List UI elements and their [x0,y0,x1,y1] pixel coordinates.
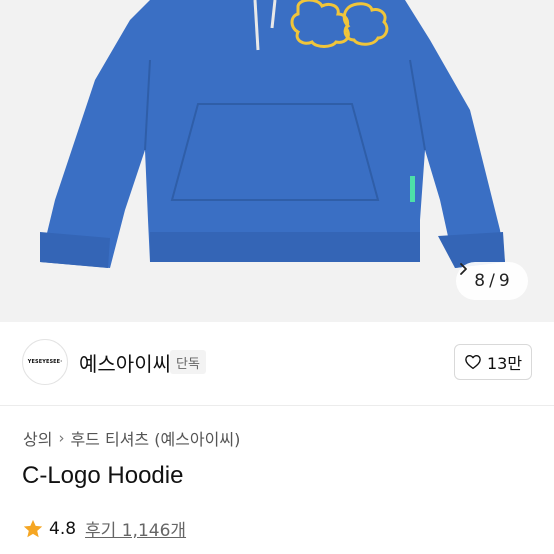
brand-name[interactable]: 예스아이씨 [79,348,171,377]
brand-logo-text: YESEYESEE· [27,359,63,365]
breadcrumb: 상의 › 후드 티셔츠 (예스아이씨) [23,426,240,450]
rating-row: 4.8 후기 1,146개 [22,516,186,541]
breadcrumb-item-category[interactable]: 상의 [23,426,52,450]
brand-logo[interactable]: YESEYESEE· [22,339,68,385]
counter-current: 8 [474,271,486,291]
exclusive-badge: 단독 [170,350,206,374]
image-counter-next[interactable]: 8 / 9 [456,262,528,300]
heart-icon [465,355,481,370]
rating-score: 4.8 [49,518,77,539]
chevron-right-icon: › [58,429,65,447]
counter-total: 9 [498,271,510,291]
product-title: C-Logo Hoodie [22,462,184,489]
counter-separator: / [489,271,495,291]
like-button[interactable]: 13만 [454,344,532,380]
chevron-right-icon [460,263,467,275]
brand-row: YESEYESEE· 예스아이씨 단독 13만 [0,322,554,406]
star-icon [23,519,43,537]
reviews-link[interactable]: 후기 1,146개 [85,516,186,541]
like-count: 13만 [486,354,523,373]
breadcrumb-item-subcategory[interactable]: 후드 티셔츠 (예스아이씨) [70,426,240,450]
product-image-gallery[interactable]: 8 / 9 [0,0,554,322]
